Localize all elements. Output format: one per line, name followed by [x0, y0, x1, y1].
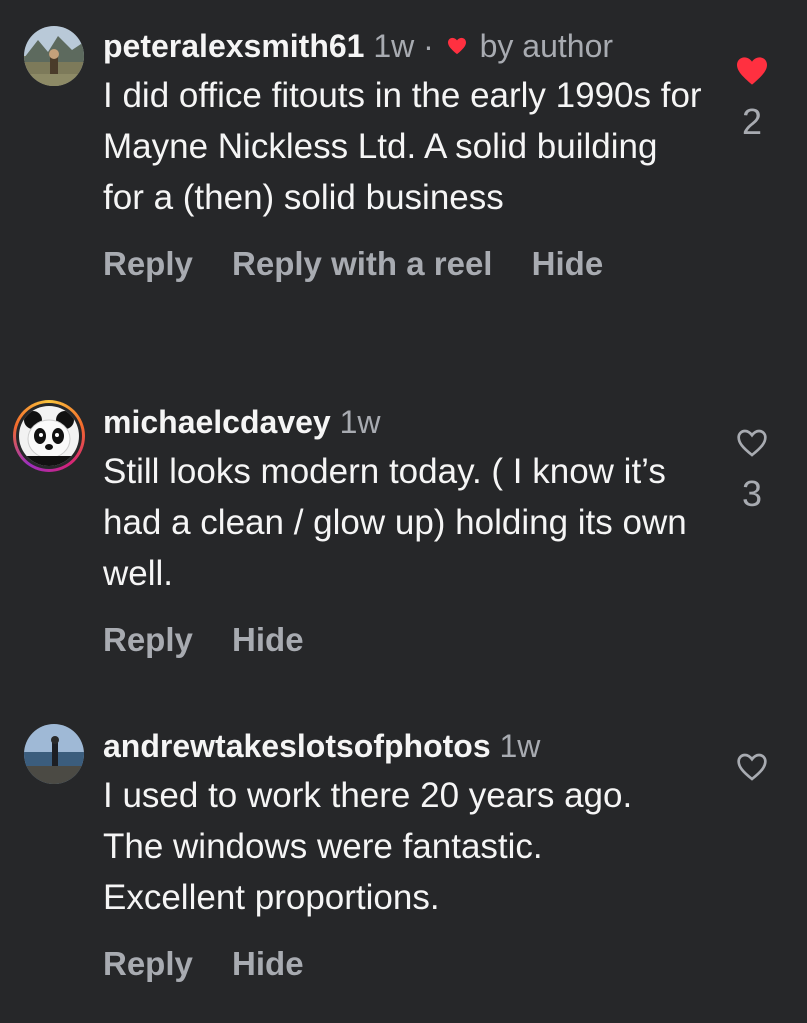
avatar-image [24, 26, 84, 86]
heart-outline-icon[interactable] [736, 752, 768, 782]
liked-by-author-label: by author [479, 28, 614, 64]
reply-button[interactable]: Reply [103, 945, 193, 982]
reply-button[interactable]: Reply [103, 245, 193, 282]
heart-outline-icon[interactable] [736, 428, 768, 458]
reply-button[interactable]: Reply [103, 621, 193, 658]
timestamp: 1w [373, 28, 415, 64]
like-count: 3 [741, 473, 763, 514]
hide-button[interactable]: Hide [532, 245, 604, 282]
comment-text: Still looks modern today. ( I know it’s … [103, 452, 687, 593]
comment-body: michaelcdavey 1w Still looks modern toda… [103, 402, 703, 659]
timestamp: 1w [499, 728, 541, 764]
comment-actions: Reply Hide [103, 621, 703, 659]
hide-button[interactable]: Hide [232, 621, 304, 658]
panda-icon [19, 406, 79, 466]
like-count: 2 [741, 101, 763, 142]
comment-meta: peteralexsmith61 1w · by author [103, 26, 703, 66]
comment-body: peteralexsmith61 1w · by author I did of… [103, 26, 703, 283]
heart-filled-icon [447, 37, 466, 54]
comment-meta: andrewtakeslotsofphotos 1w [103, 726, 703, 766]
username[interactable]: michaelcdavey [103, 404, 331, 440]
reply-with-reel-button[interactable]: Reply with a reel [232, 245, 492, 282]
avatar-image [19, 406, 79, 466]
avatar[interactable] [24, 26, 84, 86]
avatar[interactable] [13, 400, 85, 472]
story-ring [16, 403, 82, 469]
comment-actions: Reply Hide [103, 945, 703, 983]
separator-dot: · [423, 28, 434, 64]
like-column: 3 [722, 428, 782, 515]
avatar-image [24, 724, 84, 784]
comment-body: andrewtakeslotsofphotos 1w I used to wor… [103, 726, 703, 983]
username[interactable]: peteralexsmith61 [103, 28, 364, 64]
hide-button[interactable]: Hide [232, 945, 304, 982]
like-column: 2 [722, 56, 782, 143]
like-column [722, 752, 782, 787]
comment-actions: Reply Reply with a reel Hide [103, 245, 703, 283]
comment-text: I used to work there 20 years ago. The w… [103, 776, 633, 917]
comment-meta: michaelcdavey 1w [103, 402, 703, 442]
timestamp: 1w [339, 404, 381, 440]
username[interactable]: andrewtakeslotsofphotos [103, 728, 491, 764]
avatar[interactable] [24, 724, 84, 784]
comment-text: I did office fitouts in the early 1990s … [103, 76, 702, 217]
heart-filled-icon[interactable] [735, 56, 769, 86]
